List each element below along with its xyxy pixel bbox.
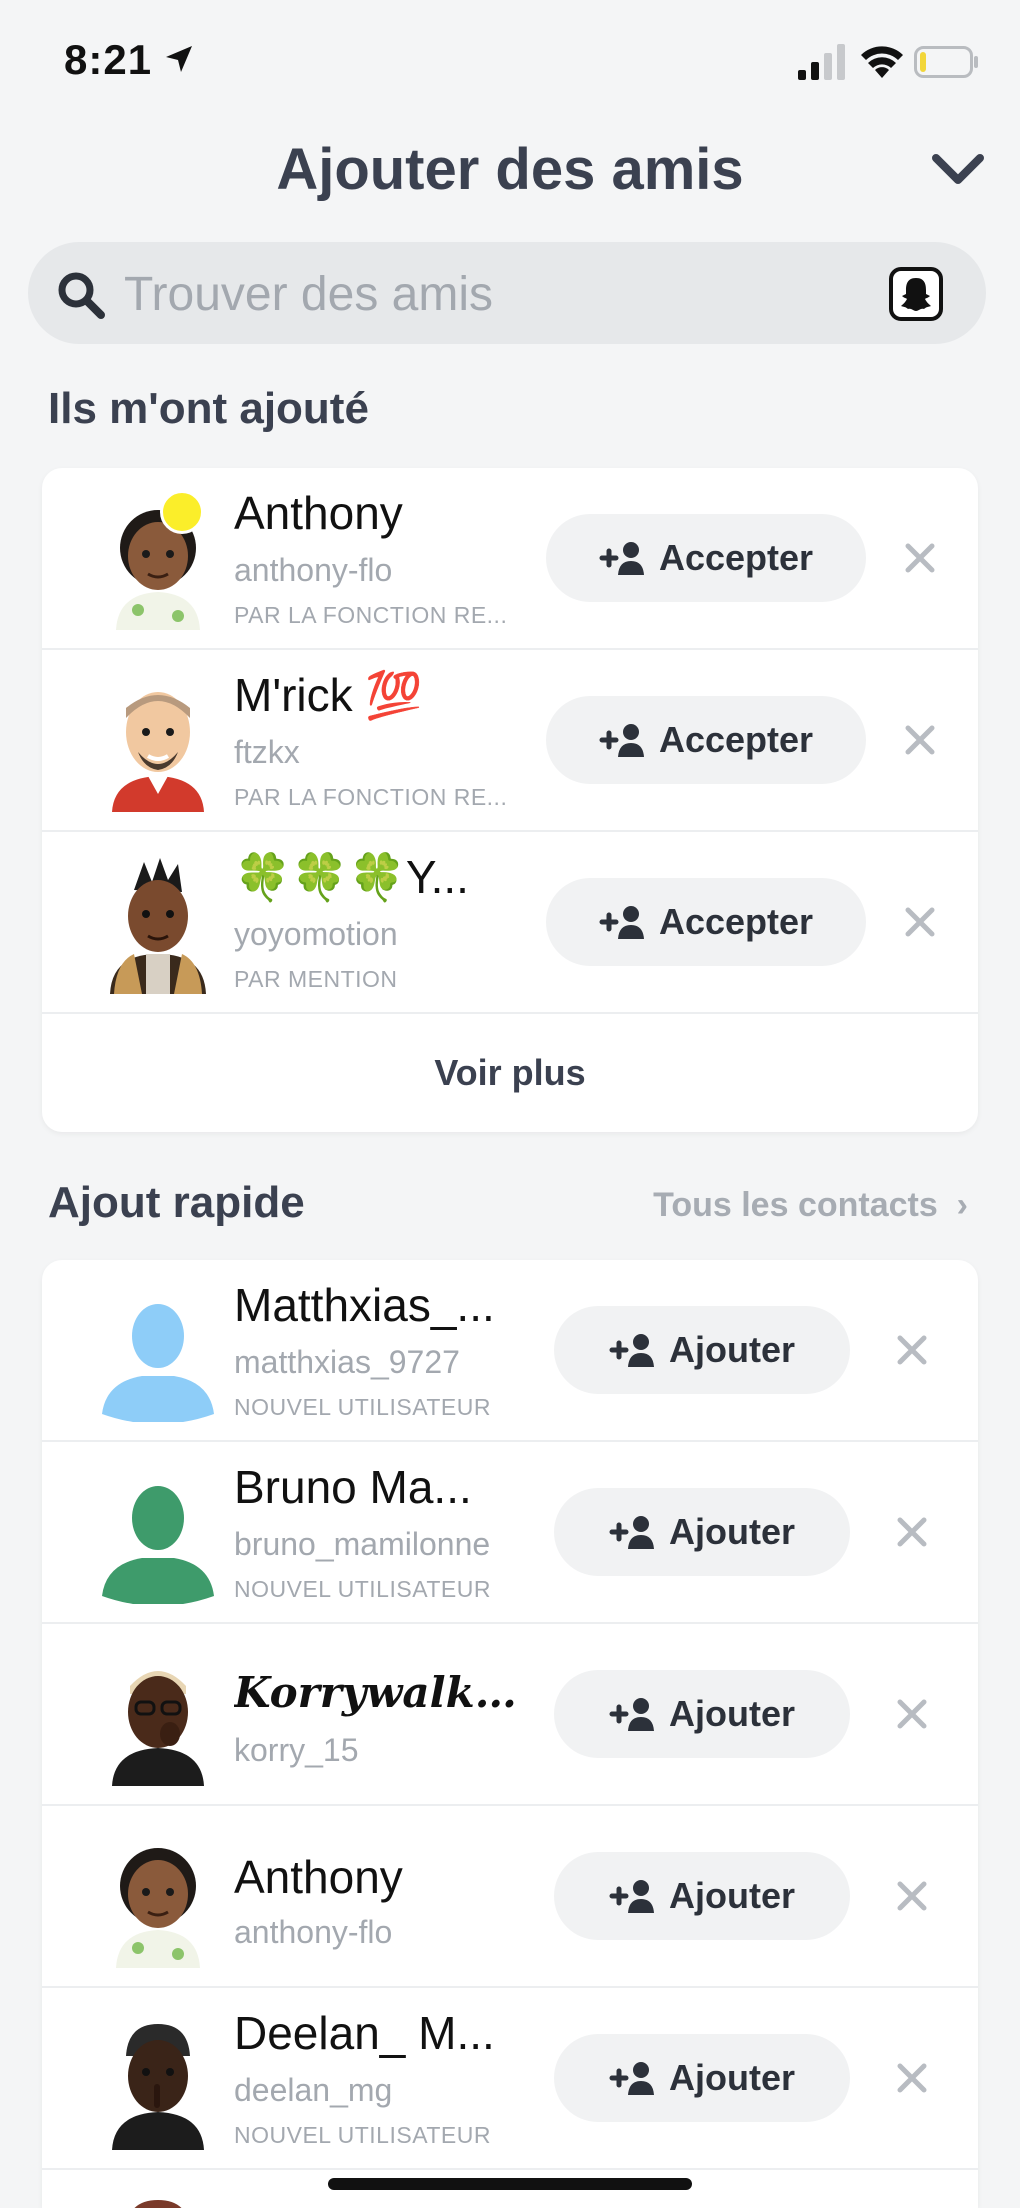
quick-add-reason: NOUVEL UTILISATEUR xyxy=(234,1394,491,1420)
add-label: Ajouter xyxy=(669,1875,795,1916)
dismiss-x-icon[interactable] xyxy=(900,902,940,942)
section-title-quick-add: Ajout rapide xyxy=(48,1178,305,1227)
accept-button[interactable]: Accepter xyxy=(546,878,866,966)
quick-add-row[interactable]: Bruno Ma... bruno_mamilonne NOUVEL UTILI… xyxy=(42,1442,978,1624)
add-friend-icon xyxy=(599,906,644,939)
add-button[interactable]: Ajouter xyxy=(554,1852,850,1940)
quick-add-name: Matthxias_... xyxy=(234,1279,495,1331)
dismiss-x-icon[interactable] xyxy=(892,1512,932,1552)
dismiss-x-icon[interactable] xyxy=(892,1694,932,1734)
add-button[interactable]: Ajouter xyxy=(554,1670,850,1758)
quick-add-username: anthony-flo xyxy=(234,1914,393,1950)
friend-request-row[interactable]: M'rick 💯 ftzkx PAR LA FONCTION RE... Acc… xyxy=(42,650,978,832)
add-friend-icon xyxy=(609,1698,654,1731)
quick-add-name: Anthony xyxy=(234,1851,403,1903)
quick-add-row[interactable]: Deelan_ M... deelan_mg NOUVEL UTILISATEU… xyxy=(42,1988,978,2170)
all-contacts-link[interactable]: Tous les contacts › xyxy=(653,1186,968,1225)
home-indicator[interactable] xyxy=(328,2178,692,2190)
add-label: Ajouter xyxy=(669,2057,795,2098)
add-label: Ajouter xyxy=(669,1329,795,1370)
quick-add-reason: NOUVEL UTILISATEUR xyxy=(234,2122,491,2148)
add-friend-icon xyxy=(599,724,644,757)
quick-add-row[interactable]: Korrywalker... korry_15 Ajouter xyxy=(42,1624,978,1806)
bitmoji-avatar xyxy=(116,510,200,630)
quick-add-row[interactable]: Anthony anthony-flo Ajouter xyxy=(42,1806,978,1988)
add-label: Ajouter xyxy=(669,1693,795,1734)
search-icon xyxy=(58,272,105,319)
add-friend-icon xyxy=(609,2062,654,2095)
add-friend-icon xyxy=(609,1516,654,1549)
added-me-card: Anthony anthony-flo PAR LA FONCTION RE..… xyxy=(42,468,978,1132)
search-input[interactable] xyxy=(122,258,886,330)
friend-request-row[interactable]: 🍀🍀🍀Y... yoyomotion PAR MENTION Accepter xyxy=(42,832,978,1014)
friend-name: 🍀🍀🍀Y... xyxy=(234,851,469,903)
friend-reason: PAR LA FONCTION RE... xyxy=(234,602,508,628)
quick-add-name: Deelan_ M... xyxy=(234,2007,495,2059)
add-button[interactable]: Ajouter xyxy=(554,2034,850,2122)
add-button[interactable]: Ajouter xyxy=(554,1306,850,1394)
page-title: Ajouter des amis xyxy=(276,137,744,202)
bitmoji-avatar xyxy=(134,2200,182,2208)
accept-label: Accepter xyxy=(658,901,814,942)
battery-icon xyxy=(914,46,978,78)
quick-add-name: Korrywalker... xyxy=(234,1668,524,1717)
dismiss-x-icon[interactable] xyxy=(892,1876,932,1916)
default-avatar-silhouette xyxy=(102,1304,214,1422)
bitmoji-avatar xyxy=(112,692,204,812)
quick-add-username: matthxias_9727 xyxy=(234,1344,460,1380)
default-avatar-silhouette xyxy=(102,1486,214,1604)
all-contacts-label: Tous les contacts xyxy=(653,1186,938,1224)
friend-username: yoyomotion xyxy=(234,916,398,952)
cellular-signal-icon xyxy=(798,44,845,80)
new-request-dot xyxy=(160,490,204,534)
friend-name: Anthony xyxy=(234,487,403,539)
status-time: 8:21 xyxy=(64,36,153,83)
friend-username: anthony-flo xyxy=(234,552,393,588)
add-button[interactable]: Ajouter xyxy=(554,1488,850,1576)
quick-add-reason: NOUVEL UTILISATEUR xyxy=(234,1576,491,1602)
friend-username: ftzkx xyxy=(234,734,300,770)
bitmoji-avatar xyxy=(116,1848,200,1968)
add-friend-icon xyxy=(609,1334,654,1367)
dismiss-x-icon[interactable] xyxy=(892,1330,932,1370)
snapcode-ghost-icon[interactable] xyxy=(888,266,944,322)
add-friend-icon xyxy=(609,1880,654,1913)
see-more-button[interactable]: Voir plus xyxy=(42,1014,978,1132)
accept-button[interactable]: Accepter xyxy=(546,696,866,784)
friend-request-row[interactable]: Anthony anthony-flo PAR LA FONCTION RE..… xyxy=(42,468,978,650)
add-friend-icon xyxy=(599,542,644,575)
quick-add-card: Matthxias_... matthxias_9727 NOUVEL UTIL… xyxy=(42,1260,978,2208)
location-arrow-icon xyxy=(166,46,192,72)
status-bar: 8:21 xyxy=(0,0,1020,120)
chevron-down-icon[interactable] xyxy=(930,150,986,190)
bitmoji-avatar xyxy=(112,1671,204,1786)
search-bar[interactable] xyxy=(28,242,986,344)
accept-label: Accepter xyxy=(658,537,814,578)
friend-reason: PAR MENTION xyxy=(234,966,398,992)
add-label: Ajouter xyxy=(669,1511,795,1552)
bitmoji-avatar xyxy=(112,2024,204,2150)
friend-name: M'rick 💯 xyxy=(234,669,423,721)
quick-add-row[interactable]: Matthxias_... matthxias_9727 NOUVEL UTIL… xyxy=(42,1260,978,1442)
section-title-added-me: Ils m'ont ajouté xyxy=(48,384,369,433)
quick-add-username: deelan_mg xyxy=(234,2072,393,2108)
accept-button[interactable]: Accepter xyxy=(546,514,866,602)
wifi-icon xyxy=(861,46,903,78)
quick-add-username: korry_15 xyxy=(234,1732,359,1768)
chevron-right-icon: › xyxy=(947,1186,968,1224)
friend-reason: PAR LA FONCTION RE... xyxy=(234,784,508,810)
dismiss-x-icon[interactable] xyxy=(892,2058,932,2098)
dismiss-x-icon[interactable] xyxy=(900,720,940,760)
bitmoji-avatar xyxy=(110,858,206,994)
dismiss-x-icon[interactable] xyxy=(900,538,940,578)
accept-label: Accepter xyxy=(658,719,814,760)
quick-add-username: bruno_mamilonne xyxy=(234,1526,491,1562)
quick-add-name: Bruno Ma... xyxy=(234,1461,472,1513)
